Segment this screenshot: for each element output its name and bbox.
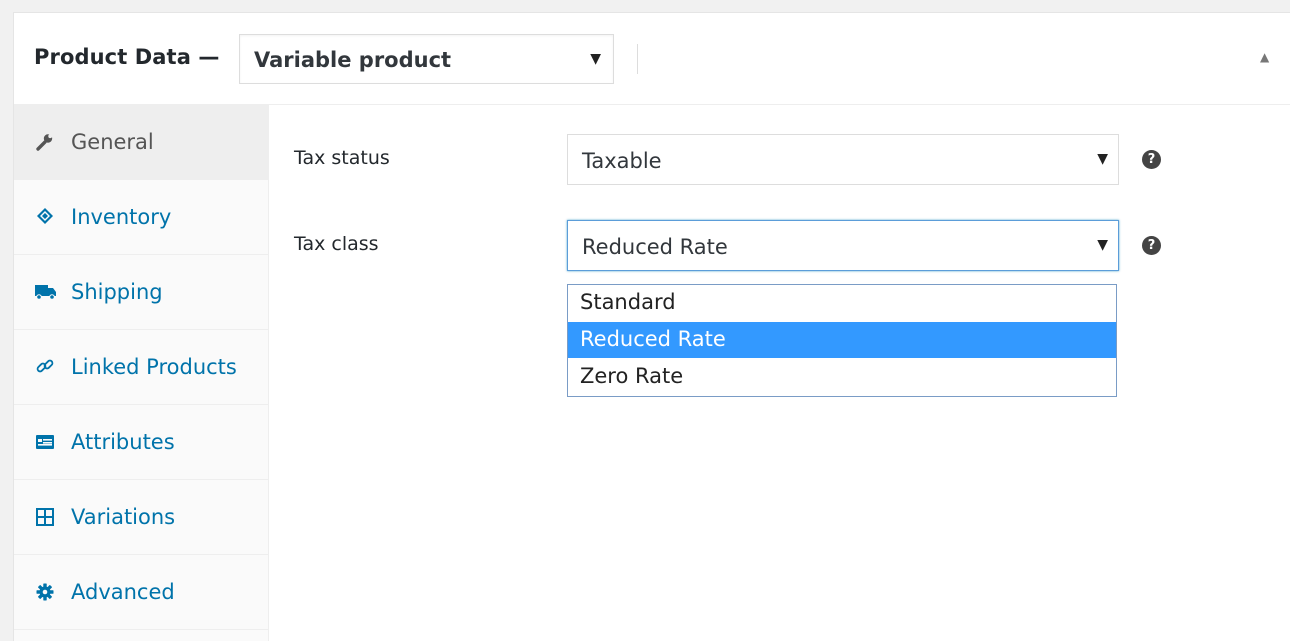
tax-status-label: Tax status xyxy=(294,147,390,169)
help-icon[interactable]: ? xyxy=(1142,236,1161,255)
product-type-value: Variable product xyxy=(254,48,452,72)
option-label: Reduced Rate xyxy=(580,327,726,351)
chevron-down-icon: ▼ xyxy=(1097,151,1108,167)
panel-header: Product Data — Variable product ▼ ▲ xyxy=(14,13,1290,105)
option-label: Zero Rate xyxy=(580,364,684,388)
option-reduced-rate[interactable]: Reduced Rate xyxy=(568,322,1116,358)
tax-class-label: Tax class xyxy=(294,233,379,255)
link-icon xyxy=(35,357,55,377)
option-label: Standard xyxy=(580,290,676,314)
collapse-toggle-button[interactable]: ▲ xyxy=(1260,50,1276,66)
panel-title: Product Data — xyxy=(34,45,220,69)
tab-general[interactable]: General xyxy=(14,105,268,180)
product-data-tabs: General Inventory Shipping Linked Produc… xyxy=(14,105,269,641)
tab-advanced-label: Advanced xyxy=(71,580,175,604)
option-standard[interactable]: Standard xyxy=(568,285,1116,321)
tab-inventory-label: Inventory xyxy=(71,205,172,229)
tax-class-value: Reduced Rate xyxy=(582,235,728,259)
panel-title-text: Product Data xyxy=(34,45,191,69)
tax-status-select[interactable]: Taxable ▼ xyxy=(567,134,1119,185)
tax-class-select[interactable]: Reduced Rate ▼ xyxy=(567,220,1119,271)
tab-variations[interactable]: Variations xyxy=(14,480,268,555)
tab-advanced[interactable]: Advanced xyxy=(14,555,268,630)
tab-shipping-label: Shipping xyxy=(71,280,163,304)
tab-inventory[interactable]: Inventory xyxy=(14,180,268,255)
triangle-up-icon: ▲ xyxy=(1260,50,1270,64)
tab-linked-products-label: Linked Products xyxy=(71,355,237,379)
chevron-down-icon: ▼ xyxy=(590,51,601,67)
tax-class-dropdown-list: Standard Reduced Rate Zero Rate xyxy=(567,284,1117,397)
tab-attributes[interactable]: Attributes xyxy=(14,405,268,480)
tab-shipping[interactable]: Shipping xyxy=(14,255,268,330)
wrench-icon xyxy=(35,132,55,152)
list-card-icon xyxy=(35,432,55,452)
product-data-panel: Product Data — Variable product ▼ ▲ Gene… xyxy=(13,12,1290,641)
tab-linked-products[interactable]: Linked Products xyxy=(14,330,268,405)
grid-icon xyxy=(35,507,55,527)
tag-icon xyxy=(35,207,55,227)
product-type-select[interactable]: Variable product ▼ xyxy=(239,34,614,84)
option-zero-rate[interactable]: Zero Rate xyxy=(568,359,1116,395)
general-tab-content: Tax status Taxable ▼ ? Tax class Reduced… xyxy=(269,105,1290,641)
gear-icon xyxy=(35,582,55,602)
tab-general-label: General xyxy=(71,130,154,154)
truck-icon xyxy=(35,282,56,302)
help-icon[interactable]: ? xyxy=(1142,150,1161,169)
header-divider xyxy=(637,44,638,74)
tab-attributes-label: Attributes xyxy=(71,430,175,454)
chevron-down-icon: ▼ xyxy=(1097,237,1108,253)
tab-variations-label: Variations xyxy=(71,505,176,529)
tax-status-value: Taxable xyxy=(582,149,662,173)
title-dash: — xyxy=(198,45,220,69)
